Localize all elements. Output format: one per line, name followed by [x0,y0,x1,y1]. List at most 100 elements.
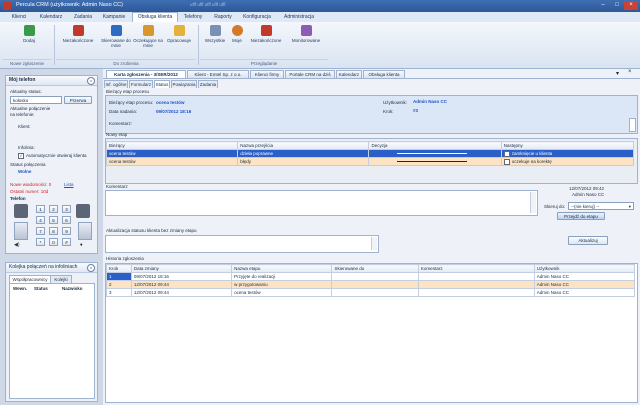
tab-form[interactable]: Formularz [129,80,153,88]
tab-tasks[interactable]: Zadania [198,80,218,88]
microphone-icon[interactable]: ♦ [80,242,88,248]
app-logo-icon [3,2,11,10]
key-7[interactable]: 7 [36,227,45,235]
mic-slider[interactable] [78,222,92,240]
tab-customer-service[interactable]: Obsługa klienta [363,70,405,78]
volume-slider[interactable] [14,222,28,240]
tab-telefony[interactable]: Telefony [180,13,206,21]
ribbon: Dodaj Niezakończone Skierowane do mnie O… [0,22,640,69]
col-change-date[interactable]: Data zmiany [130,264,233,273]
col-name[interactable]: Nazwisko [62,286,83,291]
table-row[interactable]: 2 12/07/2012 09:44 w przygotowaniu Admin… [106,280,636,289]
status-scrollbar[interactable] [371,237,377,250]
col-step[interactable]: Krok [106,264,132,273]
tab-queues[interactable]: Kolejki [50,275,72,283]
current-status-field[interactable]: kołosko [10,96,62,104]
new-stage-table[interactable]: Bieżący Nazwa przejścia Decyzja Następny… [105,141,635,166]
tab-klienci[interactable]: Klienci [8,13,30,21]
comment-scrollbar[interactable] [629,118,636,132]
close-icon[interactable]: × [87,264,95,272]
pin-icon[interactable]: ▾ [616,70,619,77]
hangup-handset-icon[interactable] [76,204,90,218]
cell-comment [417,272,535,281]
col-comment[interactable]: Komentarz [417,264,535,273]
table-row[interactable]: 1 09/07/2012 18:16 Przyjęte do realizacj… [106,272,636,281]
key-0[interactable]: 0 [49,238,58,246]
unfinished-view-button[interactable]: Niezakończone [246,25,286,43]
tab-kampanie[interactable]: Kampanie [100,13,128,21]
tab-relations[interactable]: Powiązania [171,80,197,88]
table-row[interactable]: ocena testów błędy oczekuje na korektę [105,157,635,166]
close-icon[interactable]: × [87,77,95,85]
auto-open-client-checkbox[interactable]: ✓ Automatycznie otwieraj klienta [18,153,87,159]
checkbox-icon[interactable] [503,158,510,165]
new-comment-textarea[interactable] [105,190,538,216]
speaker-icon[interactable]: ◀) [14,242,22,248]
col-status[interactable]: Status [34,286,48,291]
key-8[interactable]: 8 [49,227,58,235]
maximize-icon[interactable]: □ [610,1,624,10]
all-button[interactable]: Wszystkie [202,25,228,43]
col-user[interactable]: Użytkownik [533,264,636,273]
tab-zadania[interactable]: Zadania [70,13,96,21]
queue-list[interactable]: Wewn. Status Nazwisko [9,283,95,399]
close-tab-icon[interactable]: × [628,69,632,75]
key-5[interactable]: 5 [49,216,58,224]
minimize-icon[interactable]: – [596,1,610,10]
go-to-stage-button[interactable]: Przejdź do etapu [557,212,605,220]
waiting-for-me-button[interactable]: Oczekujące na mnie [132,25,164,48]
key-hash[interactable]: # [62,238,71,246]
table-row[interactable]: 3 12/07/2012 09:44 ocena testów Admin Na… [106,288,636,297]
cell-date: 09/07/2012 18:16 [130,272,233,281]
tab-konfiguracja[interactable]: Konfiguracja [240,13,274,21]
col-decision[interactable]: Decyzja [368,141,502,150]
key-2[interactable]: 2 [49,205,58,213]
history-title: Historia zgłoszenia [106,256,144,261]
checkbox-checked-icon[interactable]: ✓ [503,150,510,157]
status-update-textarea[interactable] [105,235,379,253]
tab-coworkers[interactable]: Współpracownicy [9,275,51,283]
cell-step: 3 [106,288,132,297]
add-button[interactable]: Dodaj [14,25,44,43]
in-progress-button[interactable]: Opracowuje [164,25,194,43]
tab-administracja[interactable]: Administracja [280,13,318,21]
col-stage-name[interactable]: Nazwa etapu [231,264,333,273]
table-row[interactable]: ocena testów dzieła poprawne ✓ zamknięcie… [105,149,635,158]
tab-crm-portals[interactable]: Portale CRM na dziś [285,70,335,78]
monitored-button[interactable]: Monitorowane [288,25,324,43]
key-star[interactable]: * [36,238,45,246]
assigned-to-me-button[interactable]: Skierowane do mnie [100,25,132,48]
col-ext[interactable]: Wewn. [13,286,27,291]
key-4[interactable]: 4 [36,216,45,224]
close-icon[interactable]: × [624,1,638,10]
col-next[interactable]: Następny [500,141,635,150]
tab-status[interactable]: Status [154,80,170,88]
tab-raporty[interactable]: Raporty [210,13,236,21]
tab-general-info[interactable]: Inf. ogólne [104,80,128,88]
pickup-handset-icon[interactable] [14,204,28,218]
key-6[interactable]: 6 [62,216,71,224]
col-assigned-to[interactable]: Skierowane do [331,264,419,273]
redirect-select[interactable]: --(nie kieruj) -- ▾ [568,202,634,210]
tab-ticket-card[interactable]: Karta zgłoszenia - 3/SER/2012 [106,70,186,78]
tab-kalendarz[interactable]: Kalendarz [36,13,66,21]
comment-scrollbar[interactable] [530,192,536,213]
tab-client[interactable]: Klient - Emtel Sp. z o.o. [187,70,249,78]
tab-company-clients[interactable]: Klienci firmy [250,70,284,78]
tab-calendar[interactable]: Kalendarz [336,70,362,78]
break-button[interactable]: Przerwa [64,96,92,104]
key-3[interactable]: 3 [62,205,71,213]
quick-access-toolbar[interactable]: ufff ufff ufff ufff ufff [190,2,225,7]
update-button[interactable]: Aktualizuj [568,236,608,245]
col-current[interactable]: Bieżący [105,141,239,150]
key-9[interactable]: 9 [62,227,71,235]
group-new-ticket: Nowe zgłoszenie [2,59,52,68]
messages-list-link[interactable]: Lista [64,182,74,187]
col-transition[interactable]: Nazwa przejścia [237,141,370,150]
cell-stage: w przygotowaniu [231,280,333,289]
cell-current: ocena testów [105,157,239,166]
history-table[interactable]: Krok Data zmiany Nazwa etapu Skierowane … [106,264,636,297]
key-1[interactable]: 1 [36,205,45,213]
mine-button[interactable]: Moje [229,25,245,43]
unfinished-button[interactable]: Niezakończone [58,25,98,43]
